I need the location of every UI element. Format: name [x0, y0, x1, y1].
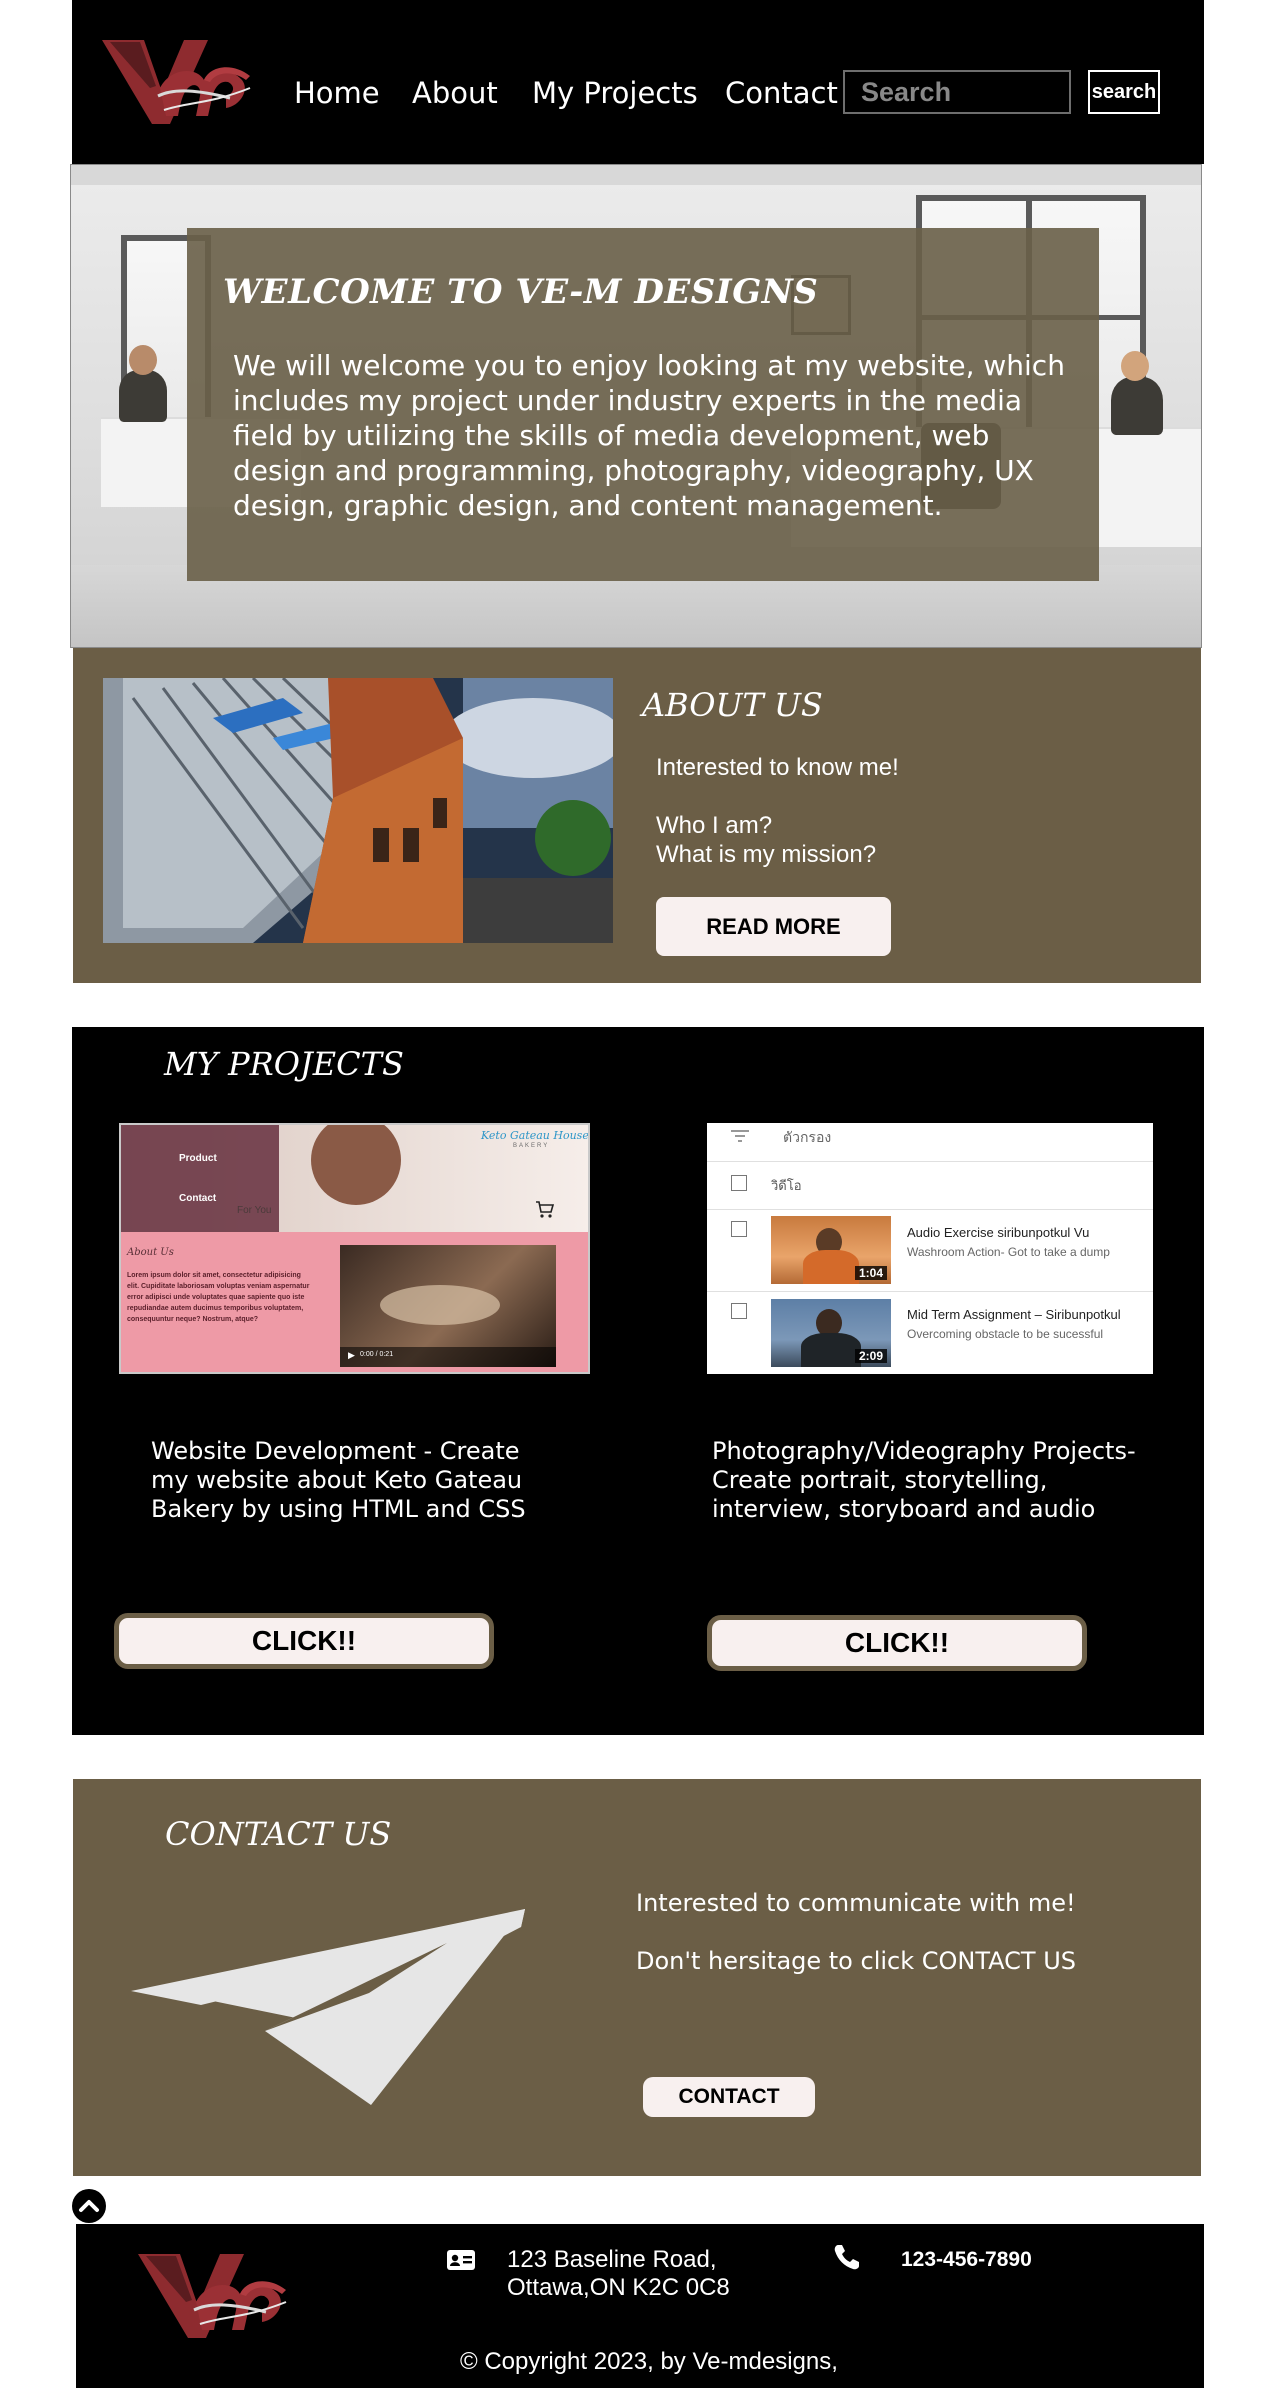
- hero-text: We will welcome you to enjoy looking at …: [233, 349, 1065, 522]
- project-2-click-button[interactable]: CLICK!!: [707, 1615, 1087, 1671]
- play-icon: ▶: [348, 1351, 355, 1361]
- thumb-for-you: For You: [237, 1205, 272, 1216]
- project-1-thumbnail[interactable]: Product Contact For You Keto Gateau Hous…: [119, 1123, 590, 1374]
- nav-contact[interactable]: Contact: [725, 76, 838, 110]
- video-subtitle: Washroom Action- Got to take a dump: [907, 1245, 1110, 1259]
- about-line-1: Interested to know me!: [656, 754, 899, 781]
- project-2-thumbnail[interactable]: ตัวกรอง วิดีโอ 1:04 Audio Exercise sirib…: [707, 1123, 1153, 1374]
- footer-logo[interactable]: [136, 2250, 296, 2340]
- site-header: Home About My Projects Contact search: [72, 0, 1204, 164]
- contact-line-1: Interested to communicate with me!: [636, 1889, 1076, 1917]
- video-duration: 2:09: [854, 1349, 887, 1363]
- nav-about[interactable]: About: [412, 76, 498, 110]
- filter-icon: [731, 1129, 749, 1143]
- video-title[interactable]: Mid Term Assignment – Siribunpotkul: [907, 1307, 1121, 1322]
- thumb-section-title: About Us: [127, 1247, 174, 1258]
- filter-label: ตัวกรอง: [783, 1129, 832, 1145]
- projects-title: MY PROJECTS: [164, 1045, 404, 1083]
- cart-icon: [535, 1199, 555, 1219]
- select-all-checkbox[interactable]: [731, 1175, 747, 1191]
- about-photo: [103, 678, 613, 943]
- thumb-brand-sub: BAKERY: [513, 1143, 550, 1149]
- project-2-description: Photography/Videography Projects- Create…: [712, 1437, 1136, 1523]
- footer-copyright: © Copyright 2023, by Ve-mdesigns,: [460, 2348, 838, 2375]
- video-subtitle: Overcoming obstacle to be sucessful: [907, 1327, 1104, 1341]
- thumb-body-text: Lorem ipsum dolor sit amet, consectetur …: [127, 1272, 310, 1323]
- hero-section: WELCOME TO VE-M DESIGNS We will welcome …: [70, 164, 1202, 648]
- chevron-up-icon: [79, 2200, 99, 2212]
- footer-address-line-1: 123 Baseline Road,: [507, 2246, 717, 2273]
- project-1-click-button[interactable]: CLICK!!: [114, 1613, 494, 1669]
- site-footer: 123 Baseline Road, Ottawa,ON K2C 0C8 123…: [76, 2224, 1204, 2388]
- scroll-to-top-button[interactable]: [72, 2189, 106, 2223]
- about-line-3: What is my mission?: [656, 841, 877, 868]
- thumb-video-time: 0:00 / 0:21: [360, 1351, 394, 1358]
- contact-section: CONTACT US Interested to communicate wit…: [73, 1779, 1201, 2176]
- phone-icon: [832, 2242, 862, 2272]
- paper-plane-icon: [129, 1905, 529, 2115]
- about-line-2: Who I am?: [656, 812, 773, 839]
- video-thumbnail[interactable]: 1:04: [771, 1216, 891, 1284]
- column-label: วิดีโอ: [771, 1178, 802, 1193]
- hero-title: WELCOME TO VE-M DESIGNS: [223, 272, 819, 312]
- thumb-video: ▶ 0:00 / 0:21: [340, 1245, 556, 1367]
- nav-my-projects[interactable]: My Projects: [532, 76, 698, 110]
- video-title[interactable]: Audio Exercise siribunpotkul Vu: [907, 1225, 1089, 1240]
- contact-line-2: Don't hersitage to click CONTACT US: [636, 1947, 1076, 1975]
- nav-home[interactable]: Home: [294, 76, 380, 110]
- thumb-menu-contact: Contact: [179, 1193, 217, 1204]
- video-row-checkbox[interactable]: [731, 1221, 747, 1237]
- footer-address-line-2: Ottawa,ON K2C 0C8: [507, 2274, 730, 2301]
- projects-section: MY PROJECTS Product Contact For You Keto…: [72, 1027, 1204, 1735]
- site-logo[interactable]: [100, 36, 260, 126]
- read-more-button[interactable]: READ MORE: [656, 897, 891, 956]
- search-input[interactable]: [843, 70, 1071, 114]
- footer-phone[interactable]: 123-456-7890: [901, 2248, 1032, 2272]
- thumb-brand: Keto Gateau House: [481, 1129, 589, 1142]
- video-row-checkbox[interactable]: [731, 1303, 747, 1319]
- contact-button[interactable]: CONTACT: [643, 2077, 815, 2117]
- about-title: ABOUT US: [642, 686, 823, 724]
- video-duration: 1:04: [854, 1266, 887, 1280]
- contact-title: CONTACT US: [165, 1815, 392, 1853]
- address-card-icon: [446, 2248, 476, 2272]
- project-1-description: Website Development - Create my website …: [151, 1437, 526, 1523]
- thumb-menu-product: Product: [179, 1153, 217, 1164]
- hero-overlay: WELCOME TO VE-M DESIGNS We will welcome …: [187, 228, 1099, 581]
- about-section: ABOUT US Interested to know me! Who I am…: [73, 648, 1201, 983]
- video-thumbnail[interactable]: 2:09: [771, 1299, 891, 1367]
- search-button[interactable]: search: [1088, 70, 1160, 114]
